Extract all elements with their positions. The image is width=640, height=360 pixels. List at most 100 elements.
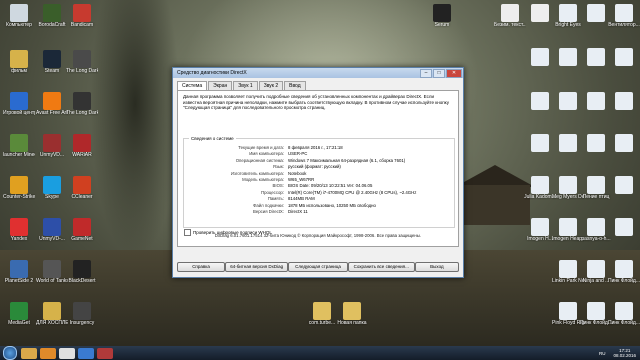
exit-button[interactable]: Выход [414, 262, 459, 272]
desktop-icon[interactable]: CCleaner [66, 176, 98, 200]
desktop-icon-label: launcher Minecraft... [3, 152, 35, 158]
app-icon [43, 134, 61, 152]
desktop-icon[interactable]: PlanetSide 2 [3, 260, 35, 284]
desktop-icon-label: Новая папка [337, 320, 367, 326]
game-icon [73, 302, 91, 320]
desktop-icon[interactable]: Avast Free Antivirus [36, 92, 68, 116]
close-button[interactable]: ✕ [446, 68, 462, 78]
group-title: Сведения о системе [189, 136, 236, 141]
desktop-icon-label: WARiAR [72, 152, 92, 158]
language-indicator[interactable]: RU [599, 351, 606, 356]
desktop-icon[interactable] [608, 176, 640, 194]
mp3-icon [615, 260, 633, 278]
desktop-icon[interactable]: com.turbe... [306, 302, 338, 326]
tab-sound-1[interactable]: Звук 1 [233, 81, 258, 90]
save-all-button[interactable]: Сохранить все сведения... [347, 262, 415, 272]
desktop-icon[interactable]: Bandicam [66, 4, 98, 28]
desktop-icon[interactable] [608, 92, 640, 110]
desktop-icon[interactable]: Вентилятор... [608, 4, 640, 28]
desktop-icon-label: Пение птиц [582, 194, 610, 200]
tab-display[interactable]: Экран [208, 81, 233, 90]
desktop-icon[interactable]: Пинк Флойд... [608, 260, 640, 284]
title-bar[interactable]: Средство диагностики DirectX – □ ✕ [173, 68, 463, 78]
mp3-icon [559, 302, 577, 320]
minimize-button[interactable]: – [420, 68, 432, 78]
gamecenter-icon [10, 92, 28, 110]
desktop-icon-label: Компьютер [6, 22, 32, 28]
desktop-icon[interactable]: World of Tanks [36, 260, 68, 284]
desktop-icon-label: Bandicam [70, 22, 94, 28]
desktop-icon[interactable]: Безим. текст... [494, 4, 526, 28]
desktop-icon[interactable]: UnmyVD... [36, 134, 68, 158]
wallpaper-roof [455, 165, 535, 187]
tab-sound-2[interactable]: Звук 2 [258, 81, 284, 90]
desktop-icon[interactable]: BorodaCraft [36, 4, 68, 28]
computer-icon [10, 4, 28, 22]
desktop-icon[interactable]: Insurgency [66, 302, 98, 326]
app-icon[interactable] [97, 347, 113, 359]
desktop-icon[interactable]: Компьютер [3, 4, 35, 28]
tab-input[interactable]: Ввод [284, 81, 306, 90]
desktop-icon[interactable]: Serum [426, 4, 458, 28]
desktop-icon-label: Игровой центр@Mail.Ru [3, 110, 35, 116]
mp3-icon [559, 4, 577, 22]
yandex-icon [10, 218, 28, 236]
mp3-icon [615, 48, 633, 66]
desktop-icon[interactable]: launcher Minecraft... [3, 134, 35, 158]
desktop-icon[interactable]: фильм [3, 50, 35, 74]
tab-system[interactable]: Система [177, 81, 208, 90]
desktop-icon[interactable]: The Long Dark [66, 92, 98, 116]
mediaget-icon [10, 302, 28, 320]
mp3-icon [587, 176, 605, 194]
desktop-icon[interactable]: The Long Dark 0.302 (... [66, 50, 98, 74]
maximize-button[interactable]: □ [433, 68, 445, 78]
app-icon [433, 4, 451, 22]
yandex-browser-icon[interactable] [59, 347, 75, 359]
desktop-icon[interactable]: UnmyVD-... [36, 218, 68, 242]
clock[interactable]: 17:21 08.02.2016 [613, 348, 636, 358]
desktop-icon[interactable] [608, 134, 640, 152]
next-page-button[interactable]: Следующая страница [288, 262, 348, 272]
mp3-icon [587, 260, 605, 278]
desktop-icon-label: World of Tanks [36, 278, 68, 284]
desktop-icon[interactable]: Counter-Strike Global Off... [3, 176, 35, 200]
desktop-icon[interactable]: Игровой центр@Mail.Ru [3, 92, 35, 116]
dxdiag-window: Средство диагностики DirectX – □ ✕ Систе… [172, 67, 464, 278]
desktop-icon[interactable]: Skype [36, 176, 68, 200]
desktop-icon[interactable]: Yandex [3, 218, 35, 242]
app-icon[interactable] [78, 347, 94, 359]
desktop-icon[interactable]: BlackDesert [66, 260, 98, 284]
folder-icon [343, 302, 361, 320]
desktop-icon[interactable] [608, 48, 640, 66]
desktop-icon[interactable]: MediaGet [3, 302, 35, 326]
system-tray: RU 17:21 08.02.2016 [599, 348, 640, 358]
desktop-icon-label: Steam [44, 68, 60, 74]
desktop-icon-label: BlackDesert [68, 278, 96, 284]
desktop-icon-label: фильм [11, 68, 27, 74]
desktop-icon[interactable] [608, 218, 640, 236]
desktop-icon[interactable]: WARiAR [66, 134, 98, 158]
64bit-dxdiag-button[interactable]: 64-битная версия DxDiag [225, 262, 289, 272]
desktop-icon-label: Вентилятор... [608, 22, 640, 28]
media-player-icon[interactable] [40, 347, 56, 359]
mp3-icon [531, 92, 549, 110]
desktop-icon[interactable]: GameNet [66, 218, 98, 242]
mp3-icon [587, 92, 605, 110]
desktop-icon[interactable]: Новая папка [336, 302, 368, 326]
desktop-icon[interactable]: ДЛЯ ХОСПЛЕЯ [36, 302, 68, 326]
start-button[interactable] [3, 346, 17, 360]
taskbar: RU 17:21 08.02.2016 [0, 346, 640, 360]
wallpaper-house [460, 185, 530, 225]
desktop-icon[interactable]: Steam [36, 50, 68, 74]
mp3-icon [587, 4, 605, 22]
mp3-icon [587, 48, 605, 66]
help-button[interactable]: Справка [177, 262, 226, 272]
explorer-icon[interactable] [21, 347, 37, 359]
mp3-icon [559, 260, 577, 278]
mp3-icon [531, 218, 549, 236]
desktop-icon-label: Avast Free Antivirus [36, 110, 68, 116]
mp3-icon [559, 134, 577, 152]
desktop-icon[interactable]: Пинк Флойд... [608, 302, 640, 326]
app-icon [73, 134, 91, 152]
desktop-icon-label: Skype [45, 194, 59, 200]
